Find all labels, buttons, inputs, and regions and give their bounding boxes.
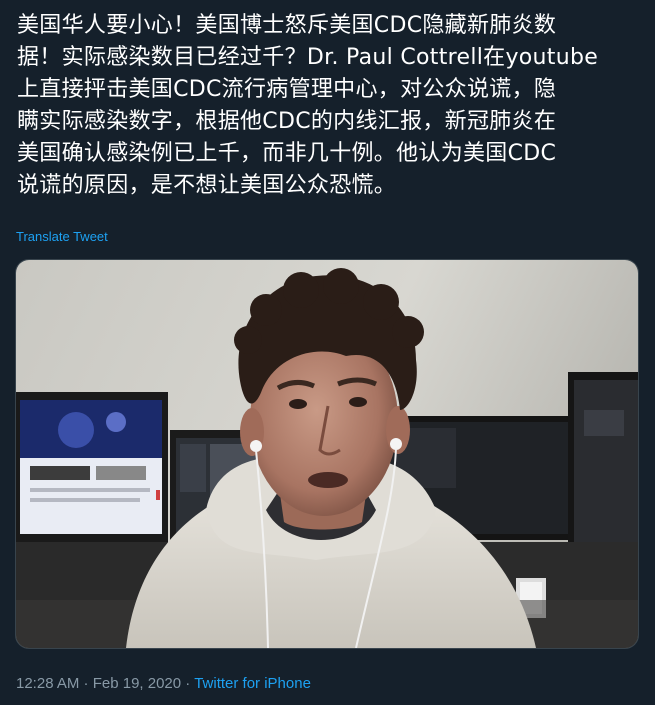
video-frame-image — [16, 260, 638, 648]
source-link[interactable]: Twitter for iPhone — [194, 675, 311, 692]
translate-tweet-link[interactable]: Translate Tweet — [16, 229, 108, 244]
timestamp[interactable]: 12:28 AM · Feb 19, 2020 — [16, 675, 181, 692]
video-thumbnail[interactable] — [15, 259, 639, 649]
tweet-meta: 12:28 AM · Feb 19, 2020 · Twitter for iP… — [16, 675, 311, 692]
left-monitor-icon — [16, 392, 168, 542]
tweet-text: 美国华人要小心！美国博士怒斥美国CDC隐藏新肺炎数 据！实际感染数目已经过千？D… — [17, 13, 599, 198]
meta-separator: · — [181, 675, 195, 692]
